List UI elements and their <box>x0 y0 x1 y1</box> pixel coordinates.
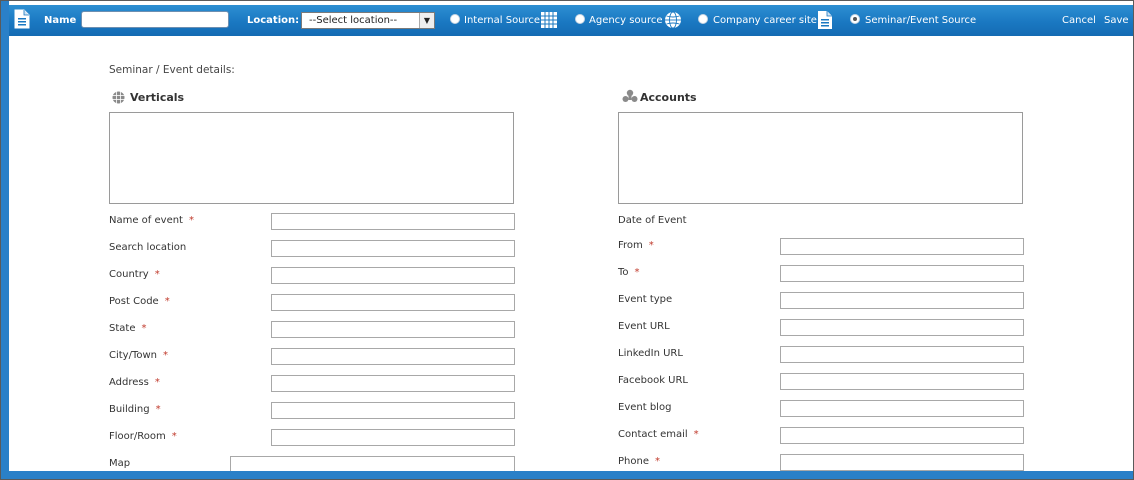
input-to[interactable] <box>780 265 1024 282</box>
input-post-code[interactable] <box>271 294 515 311</box>
label-phone: Phone * <box>618 455 660 469</box>
label-event-url: Event URL <box>618 321 670 332</box>
label-building: Building * <box>109 403 161 417</box>
label-contact-email: Contact email * <box>618 428 699 442</box>
label-text: State <box>109 323 136 334</box>
label-search-location: Search location <box>109 242 187 253</box>
accounts-list[interactable] <box>618 112 1023 204</box>
grid-globe-icon <box>112 91 125 107</box>
agency-source-label[interactable]: Agency source <box>589 14 662 28</box>
required-marker: * <box>171 431 177 442</box>
company-career-site-label[interactable]: Company career site <box>713 14 817 28</box>
input-from[interactable] <box>780 238 1024 255</box>
location-select-value: --Select location-- <box>309 15 398 26</box>
label-map: Map <box>109 458 131 469</box>
location-label: Location: <box>247 15 300 26</box>
label-text: City/Town <box>109 350 158 361</box>
input-contact-email[interactable] <box>780 427 1024 444</box>
required-marker: * <box>164 296 170 307</box>
input-state[interactable] <box>271 321 515 338</box>
required-marker: * <box>154 377 160 388</box>
input-phone[interactable] <box>780 454 1024 471</box>
label-date-of-event: Date of Event <box>618 215 687 226</box>
form-content: Seminar / Event details: Verticals Accou… <box>9 36 1133 479</box>
label-text: Name of event <box>109 215 183 226</box>
bottom-edge-bar <box>9 471 1133 479</box>
document-icon <box>14 9 30 32</box>
input-country[interactable] <box>271 267 515 284</box>
internal-source-label[interactable]: Internal Source <box>464 14 540 28</box>
chevron-down-icon[interactable]: ▼ <box>419 13 434 28</box>
required-marker: * <box>188 215 194 226</box>
required-marker: * <box>163 350 169 361</box>
label-event-type: Event type <box>618 294 673 305</box>
building-icon <box>540 11 558 32</box>
radio-agency-source[interactable] <box>575 14 585 24</box>
radio-company-career-site[interactable] <box>698 14 708 24</box>
cancel-button[interactable]: Cancel <box>1062 14 1096 28</box>
input-name-of-event[interactable] <box>271 213 515 230</box>
verticals-title: Verticals <box>130 91 185 104</box>
input-event-blog[interactable] <box>780 400 1024 417</box>
verticals-list[interactable] <box>109 112 514 204</box>
input-event-url[interactable] <box>780 319 1024 336</box>
label-from: From * <box>618 239 654 253</box>
required-marker: * <box>634 267 640 278</box>
seminar-event-source-label[interactable]: Seminar/Event Source <box>865 14 976 28</box>
globe-icon <box>664 11 682 32</box>
label-text: Floor/Room <box>109 431 166 442</box>
location-select[interactable]: --Select location-- ▼ <box>301 12 435 29</box>
label-text: To <box>618 267 629 278</box>
input-facebook-url[interactable] <box>780 373 1024 390</box>
window-frame: Name Location: --Select location-- ▼ Int… <box>0 0 1134 480</box>
input-event-type[interactable] <box>780 292 1024 309</box>
accounts-title: Accounts <box>640 91 697 104</box>
label-name-of-event: Name of event * <box>109 214 194 228</box>
label-linkedin-url: LinkedIn URL <box>618 348 683 359</box>
label-text: Phone <box>618 456 649 467</box>
label-text: Contact email <box>618 429 688 440</box>
label-text: From <box>618 240 643 251</box>
name-input[interactable] <box>81 11 229 28</box>
label-floor-room: Floor/Room * <box>109 430 177 444</box>
input-building[interactable] <box>271 402 515 419</box>
label-country: Country * <box>109 268 160 282</box>
label-post-code: Post Code * <box>109 295 170 309</box>
section-title: Seminar / Event details: <box>109 64 235 76</box>
required-marker: * <box>154 269 160 280</box>
input-city-town[interactable] <box>271 348 515 365</box>
label-event-blog: Event blog <box>618 402 672 413</box>
radio-seminar-event-source[interactable] <box>850 14 860 24</box>
label-state: State * <box>109 322 146 336</box>
label-text: Building <box>109 404 150 415</box>
required-marker: * <box>155 404 161 415</box>
label-address: Address * <box>109 376 160 390</box>
required-marker: * <box>693 429 699 440</box>
label-facebook-url: Facebook URL <box>618 375 689 386</box>
name-label: Name <box>44 15 77 26</box>
document-icon <box>817 10 833 33</box>
radio-internal-source[interactable] <box>450 14 460 24</box>
input-floor-room[interactable] <box>271 429 515 446</box>
save-button[interactable]: Save <box>1104 14 1129 28</box>
accounts-icon <box>622 89 638 107</box>
top-toolbar: Name Location: --Select location-- ▼ Int… <box>9 5 1133 36</box>
left-edge-strip <box>1 1 9 479</box>
required-marker: * <box>141 323 147 334</box>
input-search-location[interactable] <box>271 240 515 257</box>
label-text: Post Code <box>109 296 159 307</box>
required-marker: * <box>648 240 654 251</box>
label-to: To * <box>618 266 640 280</box>
label-text: Country <box>109 269 149 280</box>
label-city-town: City/Town * <box>109 349 168 363</box>
label-text: Address <box>109 377 149 388</box>
required-marker: * <box>654 456 660 467</box>
input-address[interactable] <box>271 375 515 392</box>
input-linkedin-url[interactable] <box>780 346 1024 363</box>
